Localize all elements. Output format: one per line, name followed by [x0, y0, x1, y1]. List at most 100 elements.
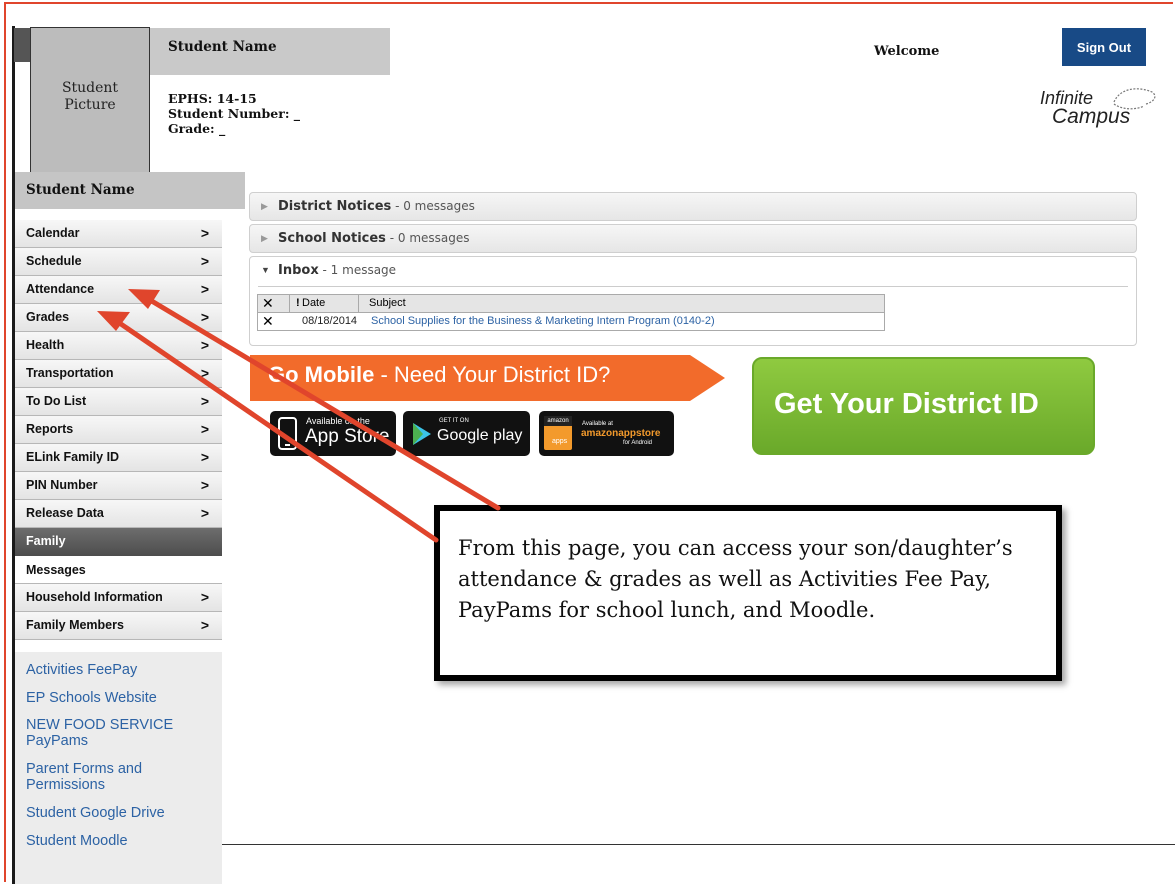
- sidebar-item-health[interactable]: Health >: [15, 332, 222, 360]
- sidebar-item-grades[interactable]: Grades >: [15, 304, 222, 332]
- sidebar-item-release-data[interactable]: Release Data >: [15, 500, 222, 528]
- chevron-right-icon: >: [200, 281, 209, 297]
- logo-text-campus: Campus: [1052, 105, 1131, 128]
- sidebar-item-household[interactable]: Household Information >: [15, 584, 222, 612]
- chevron-right-icon: >: [200, 449, 209, 465]
- quick-links-panel: Activities FeePay EP Schools Website NEW…: [15, 652, 222, 884]
- footer-divider: [222, 844, 1175, 845]
- chevron-right-icon: >: [200, 337, 209, 353]
- chevron-right-icon: >: [200, 309, 209, 325]
- sidebar-item-reports[interactable]: Reports >: [15, 416, 222, 444]
- district-notices-bar[interactable]: ▶ District Notices - 0 messages: [249, 192, 1137, 221]
- phone-icon: [278, 417, 297, 450]
- table-row: ✕ 08/18/2014 School Supplies for the Bus…: [258, 313, 884, 330]
- student-name-bar: Student Name: [150, 28, 390, 75]
- sidebar-item-transportation[interactable]: Transportation >: [15, 360, 222, 388]
- sidebar-item-elink[interactable]: ELink Family ID >: [15, 444, 222, 472]
- amazon-apps-icon: amazon apps: [544, 416, 572, 450]
- message-date: 08/18/2014: [302, 315, 358, 327]
- date-column-header[interactable]: Date: [302, 297, 325, 309]
- sidebar-student-name-label: Student Name: [26, 182, 135, 198]
- chevron-right-icon: >: [200, 393, 209, 409]
- sidebar-item-attendance[interactable]: Attendance >: [15, 276, 222, 304]
- sidebar-item-label: Health: [26, 338, 65, 352]
- google-big-text: Google play: [437, 427, 523, 444]
- sidebar-item-messages[interactable]: Messages: [15, 556, 222, 584]
- sidebar-item-label: Messages: [26, 563, 86, 577]
- header-student-name: Student Name: [168, 39, 277, 55]
- amazon-logo-text: amazon: [544, 416, 572, 426]
- chevron-right-icon: >: [200, 421, 209, 437]
- link-food-service-paypams[interactable]: NEW FOOD SERVICE PayPams: [26, 717, 206, 749]
- sidebar-item-family-members[interactable]: Family Members >: [15, 612, 222, 640]
- amazon-sub-text: for Android: [623, 440, 653, 446]
- student-number: Student Number: _: [168, 106, 301, 121]
- chevron-right-icon: >: [200, 225, 209, 241]
- collapse-arrow-icon[interactable]: ▼: [261, 265, 270, 275]
- sidebar-item-label: Transportation: [26, 366, 114, 380]
- district-notices-count: - 0 messages: [391, 199, 475, 213]
- chevron-right-icon: >: [200, 505, 209, 521]
- student-picture: Student Picture: [30, 27, 150, 173]
- annotation-callout: From this page, you can access your son/…: [434, 505, 1062, 681]
- inbox-divider: [258, 286, 1128, 287]
- play-icon: [413, 423, 431, 445]
- priority-column-header: !: [296, 297, 300, 309]
- sidebar-item-label: To Do List: [26, 394, 87, 408]
- sidebar-student-name: Student Name: [15, 172, 245, 209]
- delete-column-icon[interactable]: ✕: [262, 295, 274, 312]
- inbox-panel: ▼ Inbox - 1 message ✕ ! Date Subject ✕ 0…: [249, 256, 1137, 346]
- message-subject-link[interactable]: School Supplies for the Business & Marke…: [371, 315, 715, 327]
- subject-column-header[interactable]: Subject: [369, 297, 406, 309]
- welcome-text: Welcome: [874, 44, 940, 59]
- google-small-text: GET IT ON: [439, 418, 469, 424]
- delete-message-icon[interactable]: ✕: [262, 313, 274, 330]
- sidebar-item-schedule[interactable]: Schedule >: [15, 248, 222, 276]
- chevron-right-icon: >: [200, 477, 209, 493]
- school-notices-count: - 0 messages: [385, 231, 470, 245]
- google-play-badge[interactable]: GET IT ON Google play: [403, 411, 530, 456]
- app-store-big-text: App Store: [305, 426, 390, 447]
- column-divider: [358, 295, 359, 312]
- sidebar-item-label: Household Information: [26, 590, 163, 604]
- photo-label-1: Student: [61, 80, 119, 96]
- sidebar-item-label: Grades: [26, 310, 70, 324]
- inbox-table-header: ✕ ! Date Subject: [258, 295, 884, 313]
- annotation-text: From this page, you can access your son/…: [458, 536, 1013, 622]
- chevron-right-icon: >: [200, 589, 209, 605]
- get-district-id-label: Get Your District ID: [774, 388, 1039, 420]
- sidebar-item-todo[interactable]: To Do List >: [15, 388, 222, 416]
- link-parent-forms[interactable]: Parent Forms and Permissions: [26, 761, 196, 793]
- chevron-right-icon: >: [200, 617, 209, 633]
- go-mobile-bold: Go Mobile: [268, 362, 375, 387]
- school-notices-bar[interactable]: ▶ School Notices - 0 messages: [249, 224, 1137, 253]
- column-divider: [289, 295, 290, 312]
- sidebar-item-pin[interactable]: PIN Number >: [15, 472, 222, 500]
- chevron-right-icon: >: [200, 365, 209, 381]
- link-student-google-drive[interactable]: Student Google Drive: [26, 805, 165, 821]
- link-student-moodle[interactable]: Student Moodle: [26, 833, 128, 849]
- amazon-small-text: Available at: [582, 421, 613, 427]
- sign-out-button[interactable]: Sign Out: [1062, 28, 1146, 66]
- sidebar-item-label: ELink Family ID: [26, 450, 120, 464]
- sidebar-item-label: Reports: [26, 422, 74, 436]
- expand-arrow-icon: ▶: [261, 233, 268, 243]
- link-ep-schools-website[interactable]: EP Schools Website: [26, 690, 157, 706]
- header-tab: [14, 28, 30, 62]
- get-district-id-button[interactable]: Get Your District ID: [752, 357, 1095, 455]
- go-mobile-rest: - Need Your District ID?: [374, 362, 611, 387]
- sidebar-item-calendar[interactable]: Calendar >: [15, 220, 222, 248]
- amazon-appstore-badge[interactable]: amazon apps Available at amazonappstore …: [539, 411, 674, 456]
- sidebar-item-label: Schedule: [26, 254, 82, 268]
- inbox-title[interactable]: Inbox: [278, 263, 319, 278]
- district-notices-title: District Notices: [278, 199, 392, 214]
- sidebar-section-family: Family: [15, 528, 222, 556]
- inbox-table: ✕ ! Date Subject ✕ 08/18/2014 School Sup…: [257, 294, 885, 331]
- student-info: EPHS: 14-15 Student Number: _ Grade: _: [168, 91, 300, 136]
- sidebar-item-label: Attendance: [26, 282, 95, 296]
- app-store-badge[interactable]: Available on the App Store: [270, 411, 396, 456]
- sidebar-item-label: Release Data: [26, 506, 104, 520]
- chevron-right-icon: >: [200, 253, 209, 269]
- link-activities-feepay[interactable]: Activities FeePay: [26, 662, 137, 678]
- sidebar-item-label: PIN Number: [26, 478, 98, 492]
